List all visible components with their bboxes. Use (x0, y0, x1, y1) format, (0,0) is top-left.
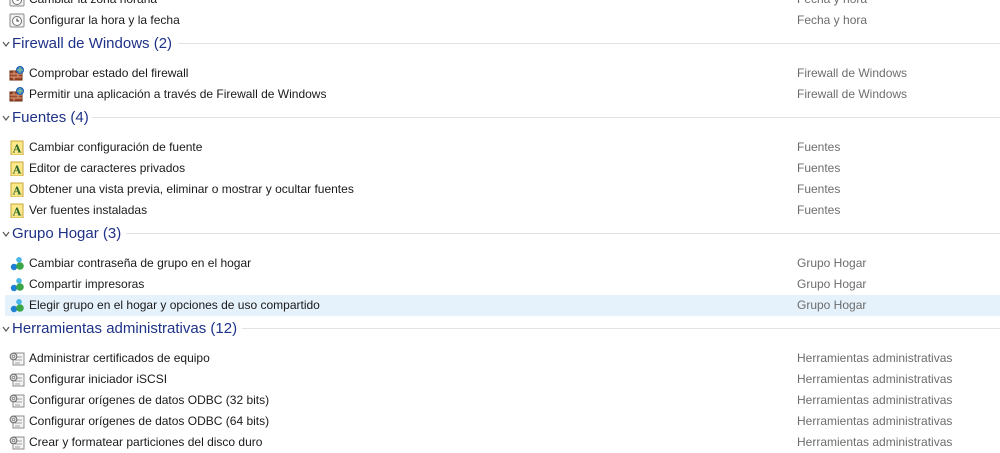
font-icon: A (10, 182, 24, 198)
list-item-administrar-certificados[interactable]: Administrar certificados de equipo Herra… (0, 348, 1000, 369)
list-item-vista-previa-fuentes[interactable]: A Obtener una vista previa, eliminar o m… (0, 179, 1000, 200)
list-item-category: Firewall de Windows (797, 87, 908, 101)
group-title: Grupo Hogar (3) (12, 225, 122, 242)
list-item-label: Configurar la hora y la fecha (29, 13, 180, 27)
list-item-compartir-impresoras[interactable]: Compartir impresoras Grupo Hogar (0, 274, 1000, 295)
admin-tools-icon (9, 373, 25, 387)
list-item-category: Grupo Hogar (797, 298, 867, 312)
list-item-category: Herramientas administrativas (797, 351, 953, 365)
list-item-label: Cambiar contraseña de grupo en el hogar (29, 256, 252, 270)
list-item-label: Obtener una vista previa, eliminar o mos… (29, 182, 354, 196)
admin-tools-icon (9, 394, 25, 408)
homegroup-icon (10, 257, 24, 271)
svg-text:A: A (12, 185, 22, 198)
group-header-grupo-hogar[interactable]: Grupo Hogar (3) (0, 221, 1000, 253)
list-item-odbc-64[interactable]: Configurar orígenes de datos ODBC (64 bi… (0, 411, 1000, 432)
list-item-category: Fuentes (797, 182, 841, 196)
list-item-cambiar-contrasena-grupo[interactable]: Cambiar contraseña de grupo en el hogar … (0, 253, 1000, 274)
list-item-label: Elegir grupo en el hogar y opciones de u… (29, 298, 320, 312)
list-item-label: Cambiar configuración de fuente (29, 140, 203, 154)
list-item-category: Fuentes (797, 161, 841, 175)
font-icon: A (10, 161, 24, 177)
list-item-ver-fuentes[interactable]: A Ver fuentes instaladas Fuentes (0, 200, 1000, 221)
list-item-label: Administrar certificados de equipo (29, 351, 210, 365)
list-item-configurar-hora-fecha[interactable]: Configurar la hora y la fecha Fecha y ho… (0, 10, 1000, 31)
list-item-category: Fecha y hora (797, 0, 867, 10)
list-item-label: Comprobar estado del firewall (29, 66, 189, 80)
list-item-editor-caracteres[interactable]: A Editor de caracteres privados Fuentes (0, 158, 1000, 179)
list-item-permitir-aplicacion[interactable]: Permitir una aplicación a través de Fire… (0, 84, 1000, 105)
admin-tools-icon (9, 436, 25, 450)
control-panel-results-list: Cambiar la zona horaria Fecha y hora Con… (0, 0, 1000, 453)
clock-icon (9, 13, 25, 28)
list-item-category: Herramientas administrativas (797, 393, 953, 407)
list-item-label: Configurar orígenes de datos ODBC (32 bi… (29, 393, 270, 407)
group-divider (126, 233, 1000, 234)
list-item-category: Grupo Hogar (797, 277, 867, 291)
list-item-label: Configurar orígenes de datos ODBC (64 bi… (29, 414, 270, 428)
admin-tools-icon (9, 415, 25, 429)
chevron-down-icon (2, 41, 10, 47)
group-divider (178, 43, 1000, 44)
list-item-category: Fuentes (797, 203, 841, 217)
list-item-label: Ver fuentes instaladas (29, 203, 148, 217)
list-item-category: Herramientas administrativas (797, 372, 953, 386)
firewall-icon (9, 87, 24, 102)
firewall-icon (9, 66, 24, 81)
list-item-odbc-32[interactable]: Configurar orígenes de datos ODBC (32 bi… (0, 390, 1000, 411)
list-item-label: Cambiar la zona horaria (29, 0, 157, 10)
group-title: Fuentes (4) (12, 109, 89, 126)
svg-text:A: A (12, 206, 22, 219)
font-icon: A (10, 140, 24, 156)
list-item-label: Compartir impresoras (29, 277, 145, 291)
homegroup-icon (10, 299, 24, 313)
chevron-down-icon (2, 231, 10, 237)
group-divider (92, 117, 1000, 118)
list-item-label: Permitir una aplicación a través de Fire… (29, 87, 327, 101)
list-item-configurar-iscsi[interactable]: Configurar iniciador iSCSI Herramientas … (0, 369, 1000, 390)
admin-tools-icon (9, 352, 25, 366)
group-title: Herramientas administrativas (12) (12, 320, 238, 337)
group-header-fuentes[interactable]: Fuentes (4) (0, 105, 1000, 137)
chevron-down-icon (2, 326, 10, 332)
list-item-comprobar-firewall[interactable]: Comprobar estado del firewall Firewall d… (0, 63, 1000, 84)
list-item-category: Herramientas administrativas (797, 414, 953, 428)
list-item-cambiar-configuracion-fuente[interactable]: A Cambiar configuración de fuente Fuente… (0, 137, 1000, 158)
group-divider (242, 328, 1000, 329)
svg-text:A: A (12, 143, 22, 156)
list-item-category: Grupo Hogar (797, 256, 867, 270)
chevron-down-icon (2, 115, 10, 121)
list-item-elegir-grupo-hogar[interactable]: Elegir grupo en el hogar y opciones de u… (5, 295, 1000, 316)
group-title: Firewall de Windows (2) (12, 35, 173, 52)
group-header-herramientas-administrativas[interactable]: Herramientas administrativas (12) (0, 316, 1000, 348)
list-item-category: Fuentes (797, 140, 841, 154)
list-item-label: Editor de caracteres privados (29, 161, 186, 175)
list-item-category: Firewall de Windows (797, 66, 908, 80)
svg-text:A: A (12, 164, 22, 177)
list-item-category: Fecha y hora (797, 13, 868, 27)
homegroup-icon (10, 278, 24, 292)
font-icon: A (10, 203, 24, 219)
clock-icon (9, 0, 25, 7)
list-item-label: Configurar iniciador iSCSI (29, 372, 168, 386)
group-header-firewall[interactable]: Firewall de Windows (2) (0, 31, 1000, 63)
list-item-cambiar-zona-horaria[interactable]: Cambiar la zona horaria Fecha y hora (0, 0, 1000, 10)
